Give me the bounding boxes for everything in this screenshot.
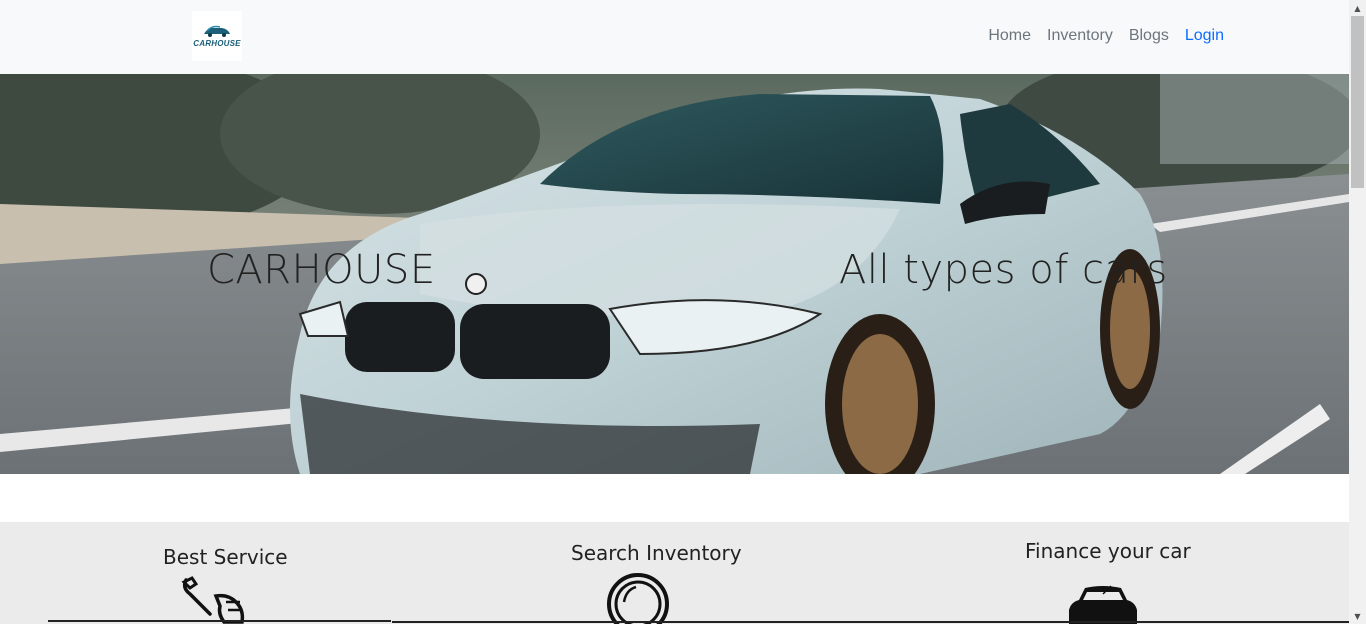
features-section: Best Service Search Inventory Finance yo… — [0, 522, 1349, 624]
navbar: CARHOUSE Home Inventory Blogs Login — [0, 0, 1349, 74]
hero-title: CARHOUSE — [207, 247, 436, 293]
scrollbar-thumb[interactable] — [1351, 16, 1364, 188]
nav-inventory-link[interactable]: Inventory — [1047, 25, 1113, 47]
nav-home-link[interactable]: Home — [988, 25, 1031, 47]
section-divider-left — [48, 620, 391, 622]
nav-login-link[interactable]: Login — [1185, 25, 1224, 47]
car-icon — [1069, 585, 1137, 624]
feature-title-finance: Finance your car — [1025, 539, 1191, 563]
hero-banner: CARHOUSE All types of cars — [0, 74, 1349, 474]
logo-text: CARHOUSE — [193, 39, 241, 48]
wrench-hand-icon — [181, 576, 245, 624]
scroll-down-arrow-icon[interactable]: ▼ — [1349, 608, 1366, 624]
feature-title-search-inventory: Search Inventory — [571, 541, 742, 565]
nav-links: Home Inventory Blogs Login — [988, 25, 1224, 47]
search-circle-icon — [607, 573, 669, 624]
car-logo-icon — [204, 25, 230, 37]
hero-subtitle: All types of cars — [839, 247, 1168, 293]
nav-blogs-link[interactable]: Blogs — [1129, 25, 1169, 47]
section-divider-right — [392, 621, 1349, 623]
brand-logo[interactable]: CARHOUSE — [192, 11, 242, 61]
scroll-up-arrow-icon[interactable]: ▲ — [1349, 0, 1366, 16]
feature-title-best-service: Best Service — [163, 545, 288, 569]
page: CARHOUSE Home Inventory Blogs Login CARH… — [0, 0, 1349, 624]
